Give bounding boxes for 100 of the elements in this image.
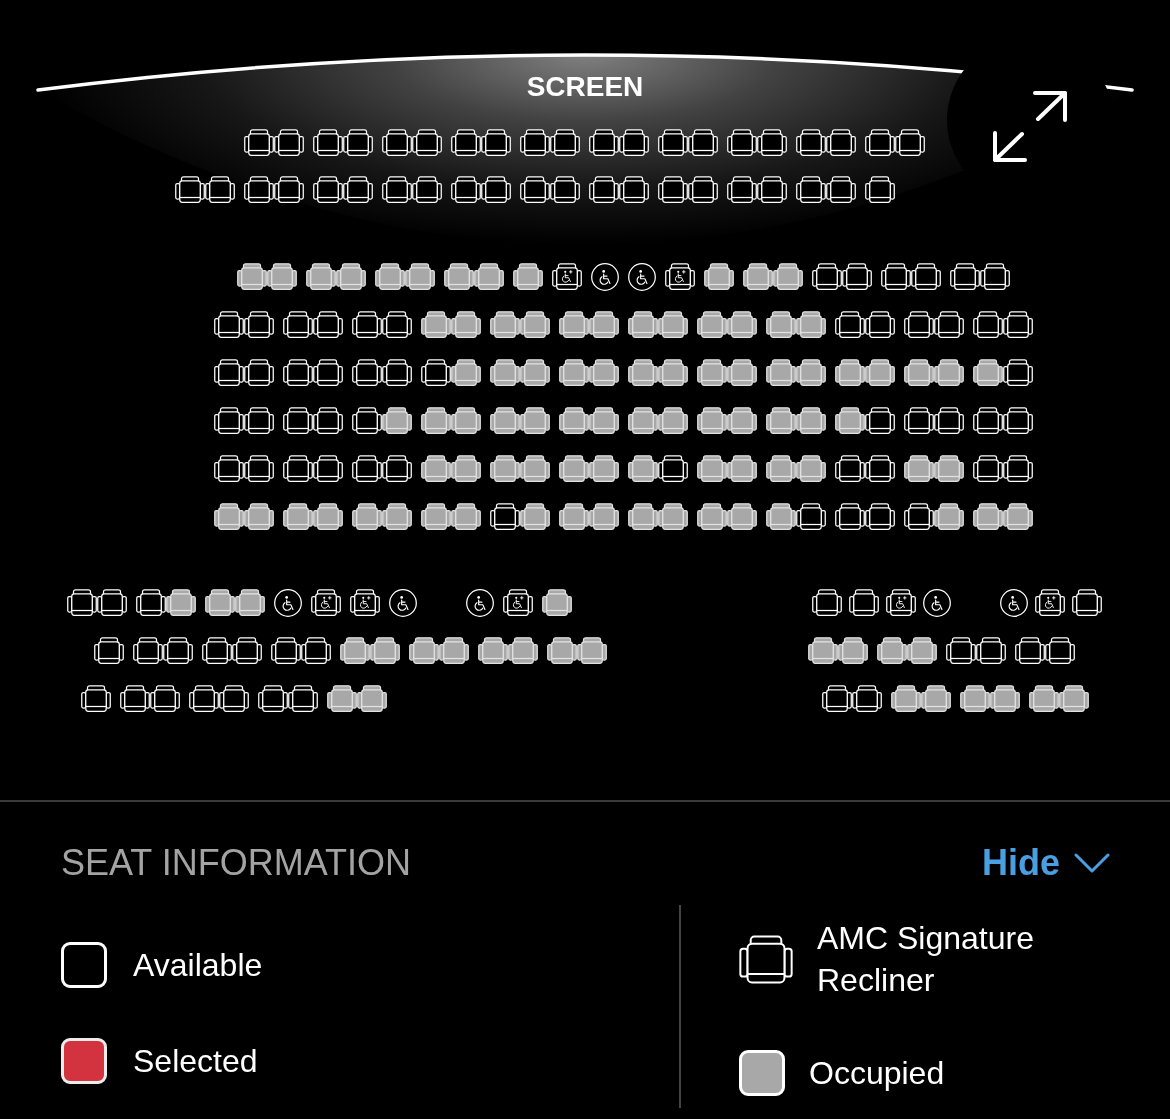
recliner-seat[interactable] — [658, 503, 688, 530]
recliner-seat[interactable] — [766, 359, 796, 386]
recliner-seat[interactable] — [973, 455, 1003, 482]
recliner-seat[interactable] — [628, 503, 658, 530]
recliner-seat[interactable] — [97, 589, 127, 616]
recliner-seat[interactable] — [658, 407, 688, 434]
recliner-seat[interactable] — [313, 503, 343, 530]
recliner-seat[interactable] — [451, 176, 481, 203]
recliner-seat[interactable] — [697, 311, 727, 338]
recliner-seat[interactable] — [727, 359, 757, 386]
wheelchair-space[interactable] — [274, 588, 302, 617]
recliner-seat[interactable] — [421, 407, 451, 434]
recliner-seat[interactable] — [352, 455, 382, 482]
recliner-seat[interactable] — [274, 129, 304, 156]
recliner-seat[interactable] — [421, 503, 451, 530]
recliner-seat[interactable] — [352, 503, 382, 530]
recliner-seat[interactable] — [451, 407, 481, 434]
recliner-seat[interactable] — [481, 176, 511, 203]
recliner-seat[interactable] — [244, 311, 274, 338]
recliner-seat[interactable] — [481, 129, 511, 156]
recliner-seat[interactable] — [838, 637, 868, 664]
recliner-seat[interactable] — [235, 589, 265, 616]
companion-seat[interactable] — [311, 589, 341, 616]
recliner-seat[interactable] — [382, 503, 412, 530]
recliner-seat[interactable] — [343, 176, 373, 203]
recliner-seat[interactable] — [288, 685, 318, 712]
recliner-seat[interactable] — [796, 311, 826, 338]
recliner-seat[interactable] — [688, 129, 718, 156]
recliner-seat[interactable] — [520, 407, 550, 434]
recliner-seat[interactable] — [835, 455, 865, 482]
recliner-seat[interactable] — [520, 176, 550, 203]
recliner-seat[interactable] — [619, 176, 649, 203]
recliner-seat[interactable] — [237, 263, 267, 290]
recliner-seat[interactable] — [163, 637, 193, 664]
recliner-seat[interactable] — [990, 685, 1020, 712]
recliner-seat[interactable] — [439, 637, 469, 664]
recliner-seat[interactable] — [904, 311, 934, 338]
recliner-seat[interactable] — [934, 407, 964, 434]
recliner-seat[interactable] — [697, 359, 727, 386]
recliner-seat[interactable] — [865, 455, 895, 482]
recliner-seat[interactable] — [283, 359, 313, 386]
recliner-seat[interactable] — [865, 176, 895, 203]
recliner-seat[interactable] — [628, 455, 658, 482]
recliner-seat[interactable] — [697, 407, 727, 434]
recliner-seat[interactable] — [214, 359, 244, 386]
recliner-seat[interactable] — [382, 455, 412, 482]
recliner-seat[interactable] — [658, 311, 688, 338]
recliner-seat[interactable] — [175, 176, 205, 203]
recliner-seat[interactable] — [490, 455, 520, 482]
recliner-seat[interactable] — [313, 311, 343, 338]
recliner-seat[interactable] — [219, 685, 249, 712]
recliner-seat[interactable] — [1015, 637, 1045, 664]
recliner-seat[interactable] — [1003, 359, 1033, 386]
recliner-seat[interactable] — [766, 455, 796, 482]
recliner-seat[interactable] — [421, 455, 451, 482]
recliner-seat[interactable] — [550, 176, 580, 203]
recliner-seat[interactable] — [589, 359, 619, 386]
companion-seat[interactable] — [665, 263, 695, 290]
recliner-seat[interactable] — [451, 311, 481, 338]
recliner-seat[interactable] — [727, 176, 757, 203]
recliner-seat[interactable] — [835, 359, 865, 386]
recliner-seat[interactable] — [891, 685, 921, 712]
recliner-seat[interactable] — [727, 129, 757, 156]
recliner-seat[interactable] — [271, 637, 301, 664]
recliner-seat[interactable] — [904, 359, 934, 386]
recliner-seat[interactable] — [757, 129, 787, 156]
recliner-seat[interactable] — [773, 263, 803, 290]
companion-seat[interactable] — [503, 589, 533, 616]
recliner-seat[interactable] — [520, 503, 550, 530]
recliner-seat[interactable] — [382, 129, 412, 156]
recliner-seat[interactable] — [934, 455, 964, 482]
recliner-seat[interactable] — [1003, 503, 1033, 530]
recliner-seat[interactable] — [214, 407, 244, 434]
recliner-seat[interactable] — [283, 407, 313, 434]
recliner-seat[interactable] — [826, 129, 856, 156]
recliner-seat[interactable] — [796, 407, 826, 434]
recliner-seat[interactable] — [812, 263, 842, 290]
recliner-seat[interactable] — [382, 311, 412, 338]
recliner-seat[interactable] — [244, 129, 274, 156]
recliner-seat[interactable] — [306, 263, 336, 290]
recliner-seat[interactable] — [357, 685, 387, 712]
recliner-seat[interactable] — [474, 263, 504, 290]
recliner-seat[interactable] — [214, 503, 244, 530]
recliner-seat[interactable] — [283, 455, 313, 482]
recliner-seat[interactable] — [589, 455, 619, 482]
recliner-seat[interactable] — [934, 359, 964, 386]
recliner-seat[interactable] — [94, 637, 124, 664]
recliner-seat[interactable] — [589, 311, 619, 338]
recliner-seat[interactable] — [960, 685, 990, 712]
recliner-seat[interactable] — [907, 637, 937, 664]
recliner-seat[interactable] — [382, 176, 412, 203]
recliner-seat[interactable] — [1003, 407, 1033, 434]
recliner-seat[interactable] — [520, 311, 550, 338]
recliner-seat[interactable] — [766, 311, 796, 338]
recliner-seat[interactable] — [313, 407, 343, 434]
recliner-seat[interactable] — [375, 263, 405, 290]
recliner-seat[interactable] — [688, 176, 718, 203]
recliner-seat[interactable] — [313, 455, 343, 482]
recliner-seat[interactable] — [274, 176, 304, 203]
recliner-seat[interactable] — [520, 129, 550, 156]
